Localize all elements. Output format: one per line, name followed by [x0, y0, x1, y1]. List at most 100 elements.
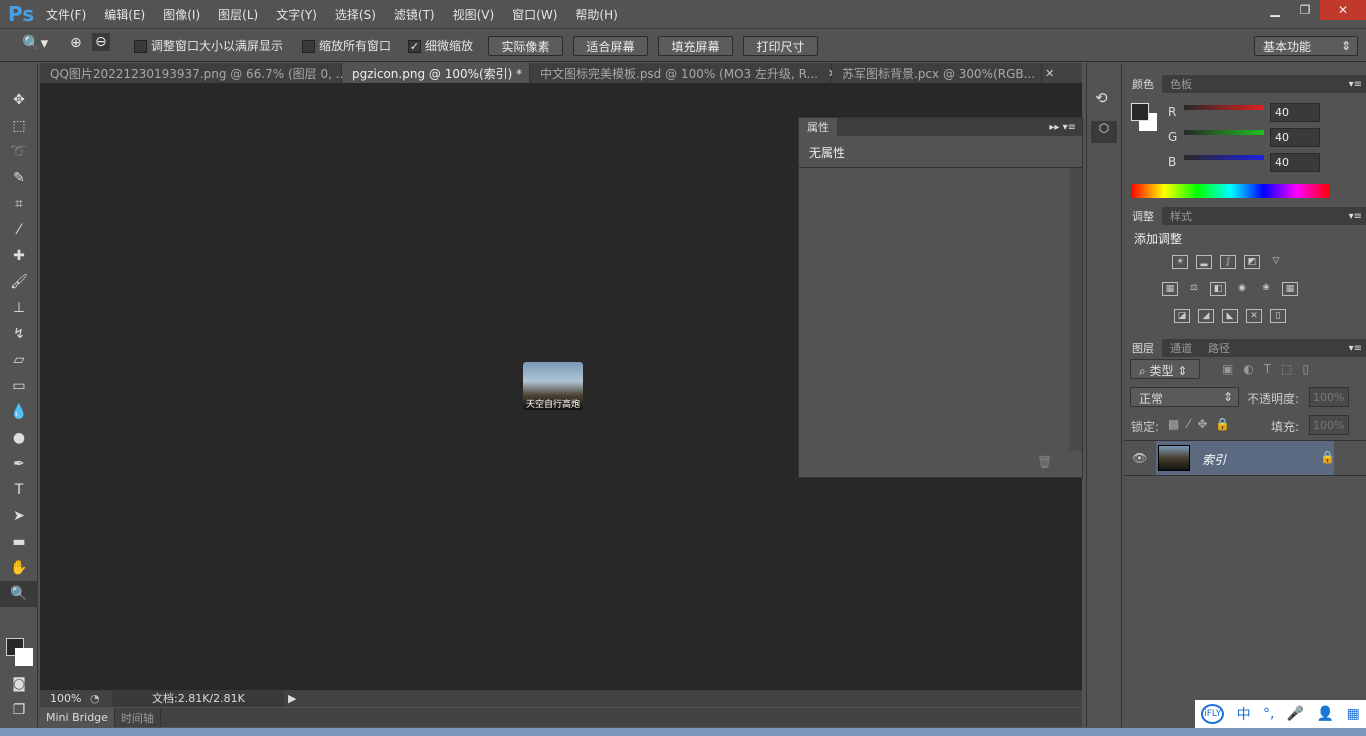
g-value-input[interactable]: 40	[1270, 128, 1320, 147]
foreground-color-swatch[interactable]	[1131, 103, 1149, 121]
restore-button[interactable]: ❐	[1288, 0, 1322, 20]
menu-type[interactable]: 文字(Y)	[276, 6, 317, 23]
tab-pgzicon[interactable]: pgzicon.png @ 100%(索引) *✕	[342, 63, 541, 83]
trash-icon[interactable]: 🗑	[1037, 455, 1052, 469]
zoom-level[interactable]: 100%	[40, 692, 90, 705]
tab-swatches[interactable]: 色板	[1162, 75, 1200, 93]
menu-layer[interactable]: 图层(L)	[218, 6, 258, 23]
status-menu-arrow-icon[interactable]: ▶	[284, 692, 296, 705]
selective-color-icon[interactable]: ▯	[1270, 309, 1286, 323]
close-button[interactable]: ✕	[1320, 0, 1366, 20]
tab-qq-image[interactable]: QQ图片20221230193937.png @ 66.7% (图层 0, ..…	[40, 63, 366, 83]
zoom-out-icon[interactable]: ⊖	[92, 33, 110, 51]
tab-adjustments[interactable]: 调整	[1124, 207, 1162, 225]
marquee-tool-icon[interactable]: ⬚	[0, 113, 38, 139]
dodge-tool-icon[interactable]: ●	[0, 425, 38, 451]
vibrance-icon[interactable]: ▽	[1268, 255, 1284, 269]
eraser-tool-icon[interactable]: ▱	[0, 347, 38, 373]
color-lookup-icon[interactable]: ▦	[1282, 282, 1298, 296]
exposure-icon[interactable]: ◩	[1244, 255, 1260, 269]
actual-pixels-button[interactable]: 实际像素	[488, 36, 563, 56]
tab-channels[interactable]: 通道	[1162, 339, 1200, 357]
black-white-icon[interactable]: ◧	[1210, 282, 1226, 296]
zoom-tool-preset-icon[interactable]: 🔍▾	[22, 34, 48, 52]
menu-select[interactable]: 选择(S)	[335, 6, 376, 23]
ime-punctuation[interactable]: °,	[1263, 706, 1274, 722]
tab-chinese-template[interactable]: 中文图标完美模板.psd @ 100% (MO3 左升级, R...✕	[530, 63, 837, 83]
threshold-icon[interactable]: ◣	[1222, 309, 1238, 323]
type-tool-icon[interactable]: T	[0, 477, 38, 503]
tab-color[interactable]: 颜色	[1124, 75, 1162, 93]
lock-icons[interactable]: ▩⁄✥🔒	[1168, 417, 1238, 431]
quick-select-tool-icon[interactable]: ✎	[0, 165, 38, 191]
tab-timeline[interactable]: 时间轴	[115, 708, 161, 727]
menu-image[interactable]: 图像(I)	[163, 6, 200, 23]
ime-chinese-mode[interactable]: 中	[1237, 704, 1251, 724]
tab-paths[interactable]: 路径	[1200, 339, 1238, 357]
g-slider[interactable]	[1184, 130, 1264, 135]
b-slider[interactable]	[1184, 155, 1264, 160]
tab-styles[interactable]: 样式	[1162, 207, 1200, 225]
move-tool-icon[interactable]: ✥	[0, 87, 38, 113]
curves-icon[interactable]: ∫	[1220, 255, 1236, 269]
workspace-select[interactable]: 基本功能 ⇕	[1254, 36, 1358, 56]
gradient-tool-icon[interactable]: ▭	[0, 373, 38, 399]
history-icon[interactable]: ⟲	[1095, 89, 1121, 107]
color-spectrum[interactable]	[1131, 184, 1330, 198]
panel-menu-icon[interactable]: ▾≡	[1349, 211, 1366, 222]
scrollbar[interactable]	[1069, 168, 1082, 451]
menu-filter[interactable]: 滤镜(T)	[394, 6, 435, 23]
hand-tool-icon[interactable]: ✋	[0, 555, 38, 581]
layer-filter-icons[interactable]: ▣◐T⬚▯	[1222, 362, 1319, 376]
levels-icon[interactable]: ▂	[1196, 255, 1212, 269]
apps-icon[interactable]: ▦	[1347, 706, 1360, 722]
layer-name[interactable]: 索引	[1202, 451, 1226, 468]
menu-edit[interactable]: 编辑(E)	[104, 6, 145, 23]
zoom-tool-icon[interactable]: 🔍	[0, 581, 38, 607]
layer-filter-select[interactable]: ⌕ 类型 ⇕	[1130, 359, 1200, 379]
channel-mixer-icon[interactable]: ❀	[1258, 282, 1274, 296]
pen-tool-icon[interactable]: ✒	[0, 451, 38, 477]
user-icon[interactable]: 👤	[1317, 706, 1334, 722]
blend-mode-select[interactable]: 正常 ⇕	[1130, 387, 1239, 407]
3d-icon[interactable]: ⬡	[1091, 121, 1117, 143]
eyedropper-tool-icon[interactable]: ⁄	[0, 217, 38, 243]
color-balance-icon[interactable]: ⚖	[1186, 282, 1202, 296]
history-brush-icon[interactable]: ↯	[0, 321, 38, 347]
tab-mini-bridge[interactable]: Mini Bridge	[40, 708, 115, 727]
b-value-input[interactable]: 40	[1270, 153, 1320, 172]
menu-window[interactable]: 窗口(W)	[512, 6, 557, 23]
path-select-icon[interactable]: ➤	[0, 503, 38, 529]
fit-screen-button[interactable]: 适合屏幕	[573, 36, 648, 56]
invert-icon[interactable]: ◪	[1174, 309, 1190, 323]
r-slider[interactable]	[1184, 105, 1264, 110]
close-icon[interactable]: ✕	[1045, 67, 1054, 80]
clone-stamp-icon[interactable]: ⊥	[0, 295, 38, 321]
zoom-all-checkbox[interactable]: 缩放所有窗口	[302, 37, 391, 54]
layer-row[interactable]: 👁 索引 🔒	[1124, 440, 1366, 476]
minimize-button[interactable]: ▁	[1258, 0, 1292, 20]
brightness-icon[interactable]: ☀	[1172, 255, 1188, 269]
zoom-in-icon[interactable]: ⊕	[70, 35, 82, 51]
tab-layers[interactable]: 图层	[1124, 339, 1162, 357]
gradient-map-icon[interactable]: ✕	[1246, 309, 1262, 323]
hue-saturation-icon[interactable]: ▦	[1162, 282, 1178, 296]
screen-mode-icon[interactable]: ❐	[0, 697, 38, 723]
scrubby-zoom-checkbox[interactable]: ✓ 细微缩放	[408, 37, 473, 54]
healing-brush-icon[interactable]: ✚	[0, 243, 38, 269]
print-size-button[interactable]: 打印尺寸	[743, 36, 818, 56]
rectangle-tool-icon[interactable]: ▬	[0, 529, 38, 555]
microphone-icon[interactable]: 🎤	[1287, 706, 1304, 722]
lasso-tool-icon[interactable]: ➰	[0, 139, 38, 165]
photo-filter-icon[interactable]: ◉	[1234, 282, 1250, 296]
tab-properties[interactable]: 属性	[799, 118, 837, 136]
r-value-input[interactable]: 40	[1270, 103, 1320, 122]
document-image[interactable]: 天空自行高炮	[523, 362, 583, 410]
resize-windows-checkbox[interactable]: 调整窗口大小以满屏显示	[134, 37, 283, 54]
menu-help[interactable]: 帮助(H)	[575, 6, 617, 23]
menu-view[interactable]: 视图(V)	[453, 6, 495, 23]
posterize-icon[interactable]: ◢	[1198, 309, 1214, 323]
panel-menu-icon[interactable]: ▾≡	[1349, 343, 1366, 354]
blur-tool-icon[interactable]: 💧	[0, 399, 38, 425]
panel-menu-icon[interactable]: ▾≡	[1349, 79, 1366, 90]
